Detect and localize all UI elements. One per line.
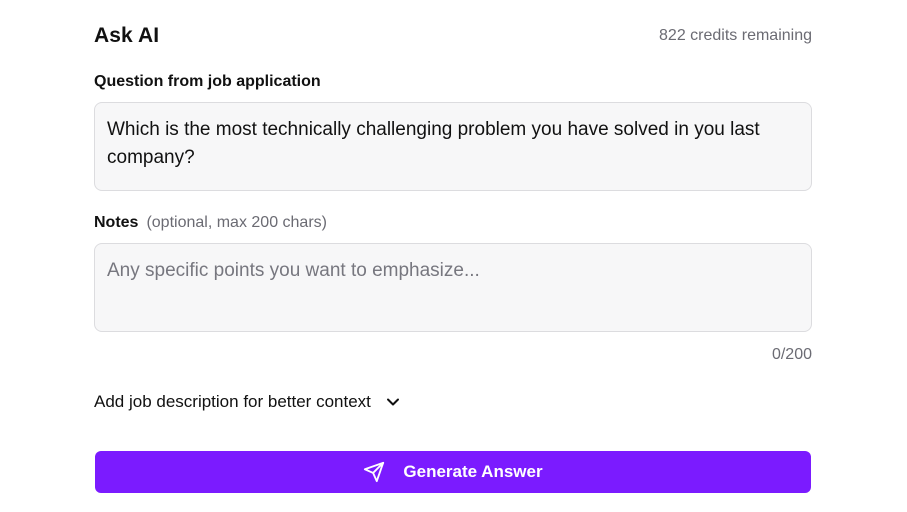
notes-char-counter: 0/200 xyxy=(771,346,812,363)
add-job-description-toggle[interactable]: Add job description for better context xyxy=(94,392,401,412)
notes-label: Notes (optional, max 200 chars) xyxy=(94,214,327,232)
panel-header: Ask AI 822 credits remaining xyxy=(94,20,812,52)
credits-remaining: 822 credits remaining xyxy=(659,27,812,44)
question-label: Question from job application xyxy=(94,73,321,91)
question-label-text: Question from job application xyxy=(94,73,321,90)
generate-answer-button[interactable]: Generate Answer xyxy=(95,451,811,493)
generate-answer-label: Generate Answer xyxy=(403,462,543,481)
ask-ai-panel: Ask AI 822 credits remaining Question fr… xyxy=(94,0,812,512)
add-job-description-label: Add job description for better context xyxy=(94,392,371,411)
panel-title: Ask AI xyxy=(94,24,160,47)
send-icon xyxy=(363,461,385,483)
notes-label-text: Notes xyxy=(94,214,139,231)
notes-input[interactable] xyxy=(94,243,812,332)
notes-hint: (optional, max 200 chars) xyxy=(146,214,327,231)
question-input[interactable]: Which is the most technically challengin… xyxy=(94,102,812,191)
chevron-down-icon xyxy=(385,394,401,410)
